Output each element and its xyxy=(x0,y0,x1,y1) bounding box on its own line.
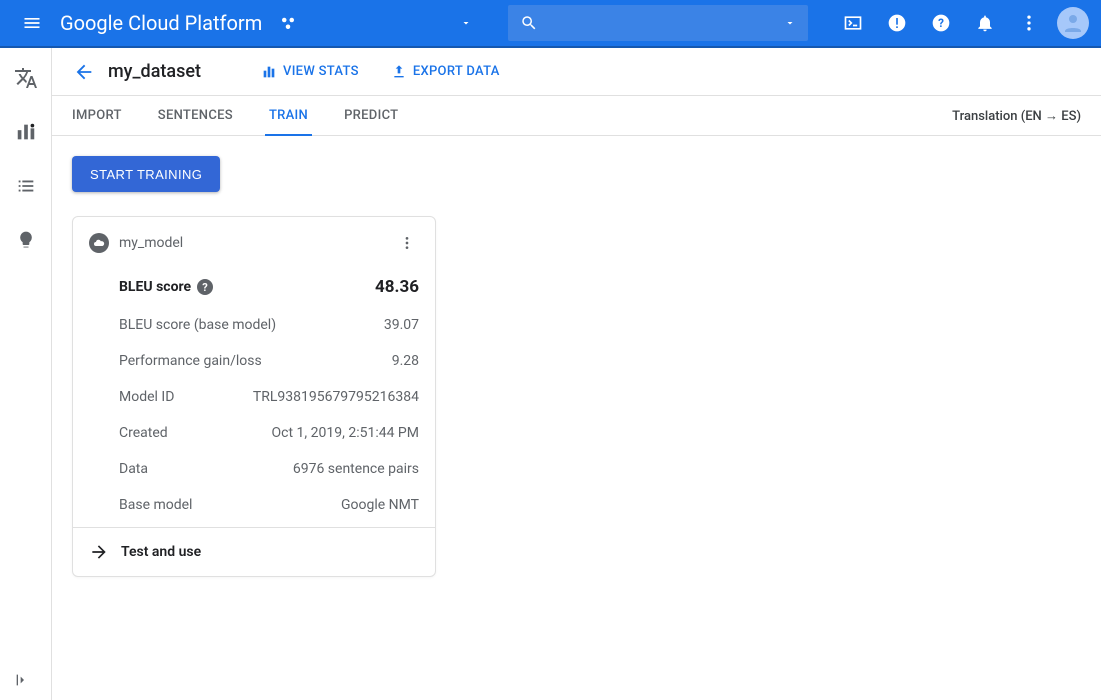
translate-icon[interactable] xyxy=(8,60,44,96)
tab-sentences[interactable]: SENTENCES xyxy=(158,96,233,135)
predictions-icon[interactable] xyxy=(8,114,44,150)
base-bleu-row: BLEU score (base model) 39.07 xyxy=(119,307,419,343)
gain-label: Performance gain/loss xyxy=(119,353,262,369)
base-model-label: Base model xyxy=(119,497,192,513)
model-card: my_model BLEU score ? 48.36 BLEU sco xyxy=(72,216,436,577)
search-input[interactable] xyxy=(550,15,772,32)
data-row: Data 6976 sentence pairs xyxy=(119,451,419,487)
brand-title: Google Cloud Platform xyxy=(60,11,262,35)
svg-text:?: ? xyxy=(938,16,944,30)
more-vert-icon[interactable] xyxy=(1009,3,1049,43)
cloud-shell-icon[interactable] xyxy=(833,3,873,43)
model-id-value: TRL938195679795216384 xyxy=(253,389,419,405)
project-selector-icon[interactable] xyxy=(274,11,302,35)
export-icon xyxy=(391,64,407,80)
stats-icon xyxy=(261,64,277,80)
base-model-row: Base model Google NMT xyxy=(119,487,419,523)
tabs-row: IMPORT SENTENCES TRAIN PREDICT Translati… xyxy=(52,96,1101,136)
back-arrow[interactable] xyxy=(68,56,100,88)
bleu-score-row: BLEU score ? 48.36 xyxy=(119,267,419,307)
page-header: my_dataset View Stats Export Data xyxy=(52,48,1101,96)
model-id-row: Model ID TRL938195679795216384 xyxy=(119,379,419,415)
gain-value: 9.28 xyxy=(392,353,419,369)
view-stats-button[interactable]: View Stats xyxy=(249,64,371,80)
export-data-button[interactable]: Export Data xyxy=(379,64,512,80)
search-box[interactable] xyxy=(508,5,808,41)
card-more-menu[interactable] xyxy=(395,231,419,255)
bleu-value: 48.36 xyxy=(375,277,419,297)
expand-rail-icon[interactable] xyxy=(10,668,34,692)
created-label: Created xyxy=(119,425,168,441)
start-training-button[interactable]: START TRAINING xyxy=(72,156,220,192)
tab-train[interactable]: TRAIN xyxy=(269,96,308,135)
tab-predict[interactable]: PREDICT xyxy=(344,96,398,135)
account-avatar[interactable] xyxy=(1057,7,1089,39)
data-label: Data xyxy=(119,461,148,477)
test-use-label: Test and use xyxy=(121,544,201,560)
gain-row: Performance gain/loss 9.28 xyxy=(119,343,419,379)
lightbulb-icon[interactable] xyxy=(8,222,44,258)
arrow-right-icon xyxy=(89,542,109,562)
export-data-label: Export Data xyxy=(413,64,500,79)
view-stats-label: View Stats xyxy=(283,64,359,79)
language-pair-label: Translation (EN → ES) xyxy=(952,108,1081,124)
content-area: my_dataset View Stats Export Data IMPORT… xyxy=(52,48,1101,700)
tab-import[interactable]: IMPORT xyxy=(72,96,122,135)
cloud-icon xyxy=(89,233,109,253)
topbar: Google Cloud Platform ? xyxy=(0,0,1101,48)
left-nav-rail xyxy=(0,48,52,700)
bleu-label: BLEU score xyxy=(119,279,191,295)
model-id-label: Model ID xyxy=(119,389,174,405)
test-use-link[interactable]: Test and use xyxy=(73,527,435,576)
data-value: 6976 sentence pairs xyxy=(293,461,419,477)
help-icon[interactable]: ? xyxy=(921,3,961,43)
notifications-icon[interactable] xyxy=(965,3,1005,43)
help-icon[interactable]: ? xyxy=(197,279,213,295)
list-icon[interactable] xyxy=(8,168,44,204)
base-model-value: Google NMT xyxy=(341,497,419,513)
created-value: Oct 1, 2019, 2:51:44 PM xyxy=(272,425,419,441)
search-icon xyxy=(520,14,538,32)
base-bleu-label: BLEU score (base model) xyxy=(119,317,276,333)
base-bleu-value: 39.07 xyxy=(384,317,419,333)
alert-icon[interactable] xyxy=(877,3,917,43)
hamburger-menu[interactable] xyxy=(12,3,52,43)
project-dropdown-caret[interactable] xyxy=(446,3,486,43)
created-row: Created Oct 1, 2019, 2:51:44 PM xyxy=(119,415,419,451)
model-name: my_model xyxy=(119,235,385,251)
search-dropdown-caret[interactable] xyxy=(784,17,796,29)
page-title: my_dataset xyxy=(108,61,201,82)
